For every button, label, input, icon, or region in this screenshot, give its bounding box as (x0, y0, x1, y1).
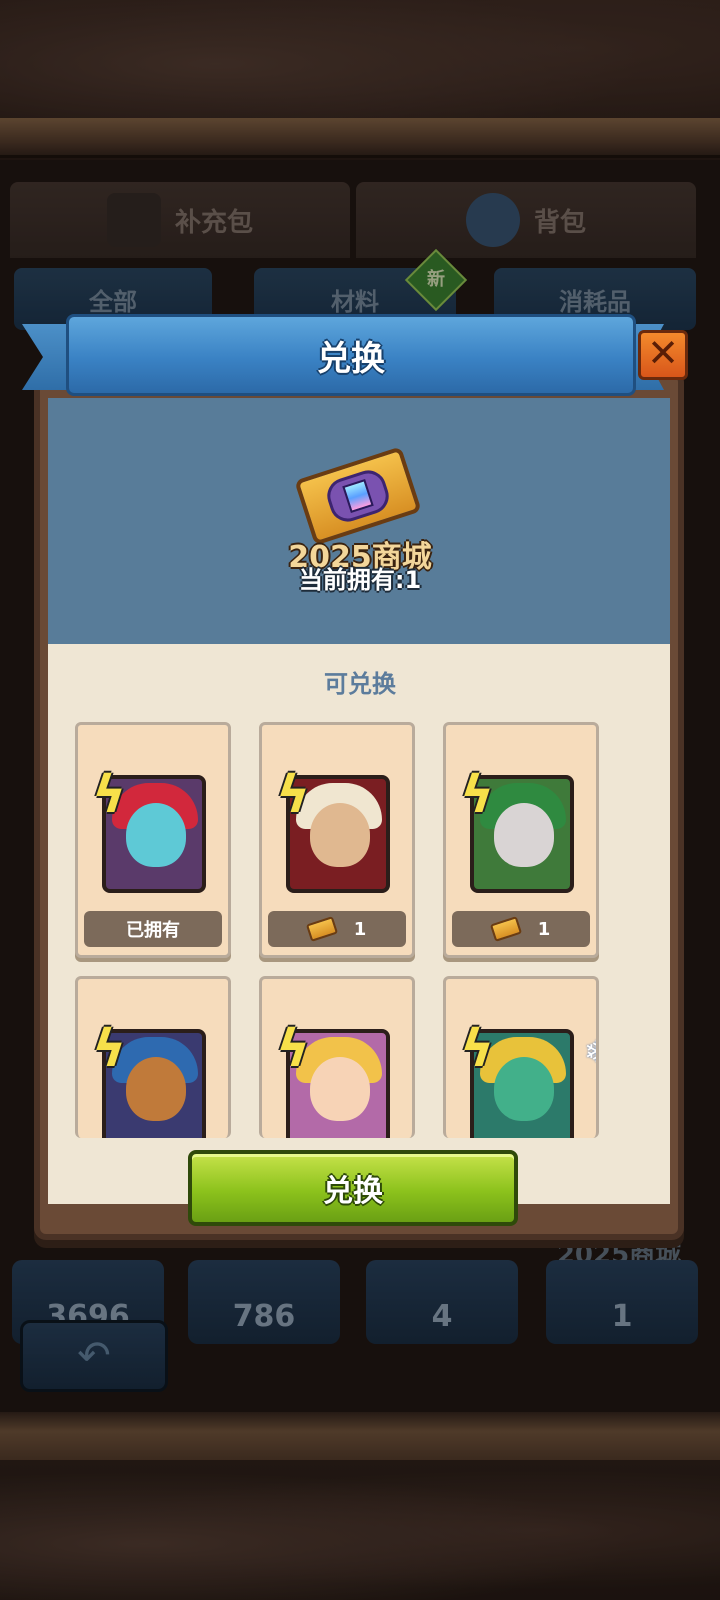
owned-count: 当前拥有:1 (298, 566, 422, 594)
hero-card[interactable]: ϟ 已拥有 (75, 722, 231, 958)
close-button[interactable]: ✕ (638, 330, 688, 380)
hero-card[interactable]: ϟ (75, 976, 231, 1138)
hero-card[interactable]: ϟ ❄ (443, 976, 599, 1138)
ticket-icon (489, 916, 522, 942)
exchange-button[interactable]: 兑换 (188, 1150, 518, 1226)
snowflake-icon: ❄ (584, 1035, 596, 1070)
lightning-bolt-icon: ϟ (460, 1019, 495, 1079)
card-cost: 1 (452, 911, 590, 947)
card-status: 已拥有 (84, 911, 222, 947)
lightning-bolt-icon: ϟ (92, 765, 127, 825)
dialog-title: 兑换 (317, 338, 385, 379)
lightning-bolt-icon: ϟ (460, 765, 495, 825)
lightning-bolt-icon: ϟ (276, 1019, 311, 1079)
lightning-bolt-icon: ϟ (276, 765, 311, 825)
section-title: 可兑换 (324, 670, 396, 698)
hero-card[interactable]: ϟ 1 (259, 722, 415, 958)
lightning-bolt-icon: ϟ (92, 1019, 127, 1079)
card-cost: 1 (268, 911, 406, 947)
close-icon: ✕ (647, 331, 679, 375)
hero-card[interactable]: ϟ 1 (443, 722, 599, 958)
dialog-title-banner: 兑换 (66, 314, 636, 396)
ticket-icon (305, 916, 338, 942)
hero-card[interactable]: ϟ (259, 976, 415, 1138)
